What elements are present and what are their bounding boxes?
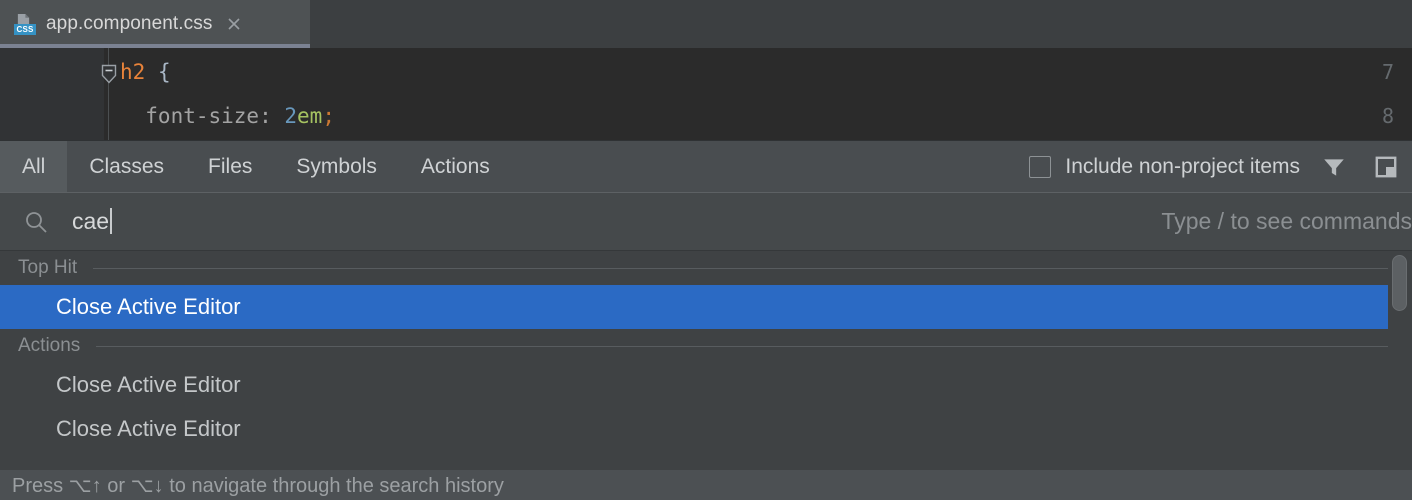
line-number: 7 [1381,60,1394,84]
css-number-token: 2 [284,104,298,128]
css-semicolon-token: ; [322,104,335,128]
ide-window: CSS app.component.css 7 8 h2 { font-size… [0,0,1412,500]
group-divider [96,345,1390,347]
tab-symbols-label: Symbols [296,154,377,178]
tab-all[interactable]: All [0,141,68,192]
css-brace-token: { [145,60,171,84]
tab-files[interactable]: Files [186,141,274,192]
search-input-row[interactable]: cae Type / to see commands [0,193,1412,250]
search-commands-hint: Type / to see commands [1161,208,1412,234]
search-icon [24,210,48,234]
list-item[interactable]: Close Active Editor [0,363,1388,407]
tab-classes[interactable]: Classes [67,141,186,192]
include-non-project-items-checkbox[interactable]: Include non-project items [1029,141,1308,192]
code-fold-collapse-icon[interactable] [101,64,117,85]
code-fold-rail [108,48,109,140]
css-unit-token: em [297,104,323,128]
css-file-icon: CSS [14,12,36,36]
search-input-value: cae [72,208,110,234]
list-item-label: Close Active Editor [56,294,241,319]
group-label: Actions [18,335,81,356]
tab-bar-spacer [512,141,1030,192]
include-non-project-items-label: Include non-project items [1065,154,1300,178]
search-history-hint-bar: Press ⌥↑ or ⌥↓ to navigate through the s… [0,470,1412,500]
list-item[interactable]: Close Active Editor [0,285,1388,329]
results-scrollbar[interactable] [1388,251,1412,470]
css-selector-token: h2 [120,60,146,84]
line-number: 8 [1381,104,1394,128]
tab-classes-label: Classes [89,154,165,178]
list-item[interactable]: Close Active Editor [0,407,1388,451]
editor-gutter [0,48,104,140]
search-results-list[interactable]: Top Hit Close Active Editor Actions Clos… [0,251,1412,470]
tab-symbols[interactable]: Symbols [274,141,399,192]
css-badge-label: CSS [14,24,36,35]
css-property-token: font-size: [120,104,285,128]
checkbox-box[interactable] [1029,155,1052,178]
code-line-8: font-size: 2em; [120,104,335,128]
preview-panel-icon[interactable] [1360,141,1412,192]
results-group-header-actions: Actions [0,329,1412,363]
tab-actions[interactable]: Actions [399,141,512,192]
hint-text: Press ⌥↑ or ⌥↓ to navigate through the s… [12,474,504,497]
text-caret [110,208,113,234]
editor-tab-app-component-css[interactable]: CSS app.component.css [0,0,310,48]
group-divider [93,267,1390,269]
tab-all-label: All [22,154,46,178]
editor-tab-bar: CSS app.component.css [0,0,1412,48]
list-item-label: Close Active Editor [56,416,241,441]
search-everywhere-tab-bar: All Classes Files Symbols Actions Includ… [0,141,1412,192]
list-item-label: Close Active Editor [56,372,241,397]
search-input[interactable]: cae [72,208,113,235]
code-line-7: h2 { [120,60,171,84]
filter-icon[interactable] [1308,141,1360,192]
group-label: Top Hit [18,257,78,278]
editor-code-area[interactable]: 7 8 h2 { font-size: 2em; [0,48,1412,140]
close-icon[interactable] [224,14,244,34]
tab-files-label: Files [208,154,253,178]
results-group-header-top-hit: Top Hit [0,251,1412,285]
editor-tab-title: app.component.css [46,13,213,34]
search-everywhere-popup: All Classes Files Symbols Actions Includ… [0,140,1412,500]
tab-actions-label: Actions [420,154,490,178]
scrollbar-thumb[interactable] [1392,255,1407,311]
